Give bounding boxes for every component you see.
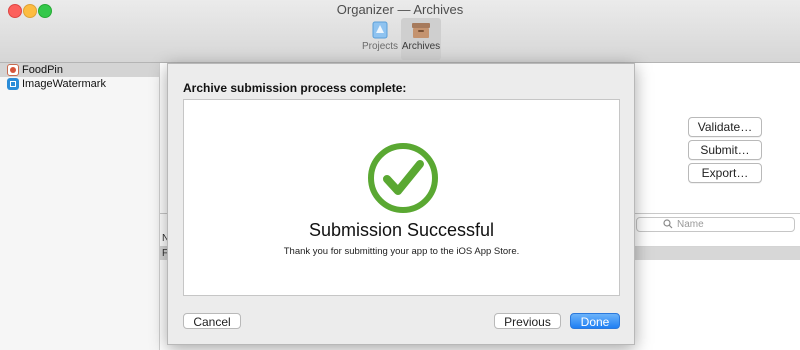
toolbar-archives-button[interactable]: Archives bbox=[401, 18, 441, 60]
toolbar-archives-label: Archives bbox=[401, 41, 441, 52]
foodpin-app-icon bbox=[7, 64, 19, 76]
projects-icon bbox=[372, 21, 388, 39]
imagewatermark-app-icon bbox=[7, 78, 19, 90]
result-panel: Submission Successful Thank you for subm… bbox=[183, 99, 620, 296]
validate-button[interactable]: Validate… bbox=[688, 117, 762, 137]
cancel-button[interactable]: Cancel bbox=[183, 313, 241, 329]
export-button[interactable]: Export… bbox=[688, 163, 762, 183]
sidebar-item-foodpin[interactable]: FoodPin bbox=[0, 63, 159, 77]
success-checkmark-icon bbox=[368, 143, 438, 213]
window-title: Organizer — Archives bbox=[336, 2, 464, 17]
submit-button[interactable]: Submit… bbox=[688, 140, 762, 160]
sidebar-item-imagewatermark[interactable]: ImageWatermark bbox=[0, 77, 159, 91]
search-placeholder: Name bbox=[677, 219, 704, 230]
success-title: Submission Successful bbox=[308, 220, 495, 240]
toolbar-projects-button[interactable]: Projects bbox=[360, 18, 400, 60]
archives-icon bbox=[412, 23, 430, 38]
submission-sheet: Archive submission process complete: Sub… bbox=[167, 63, 635, 345]
search-icon bbox=[663, 219, 673, 229]
search-field[interactable]: Name bbox=[636, 217, 795, 232]
toolbar-projects-label: Projects bbox=[361, 41, 399, 52]
sidebar-item-label: ImageWatermark bbox=[22, 78, 106, 90]
sheet-heading: Archive submission process complete: bbox=[183, 81, 407, 95]
sidebar-item-label: FoodPin bbox=[22, 64, 63, 76]
previous-button[interactable]: Previous bbox=[494, 313, 561, 329]
window-titlebar: Organizer — Archives Projects Archives bbox=[0, 0, 800, 63]
success-message: Thank you for submitting your app to the… bbox=[283, 246, 520, 257]
sidebar: FoodPin ImageWatermark bbox=[0, 63, 160, 350]
done-button[interactable]: Done bbox=[570, 313, 620, 329]
